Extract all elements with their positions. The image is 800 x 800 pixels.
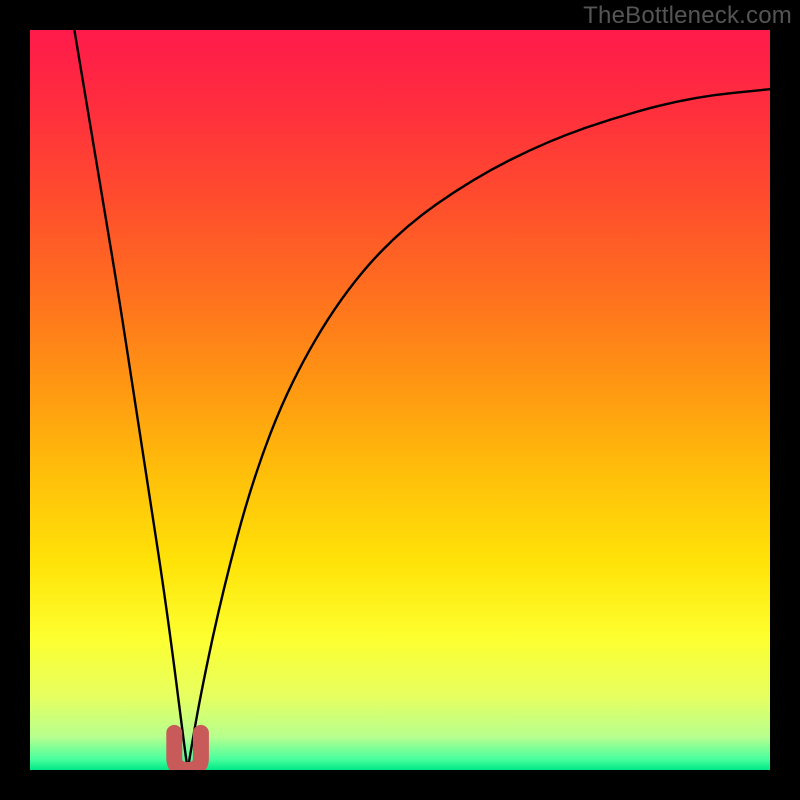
plot-area — [30, 30, 770, 770]
chart-frame: TheBottleneck.com — [0, 0, 800, 800]
bottleneck-curve — [30, 30, 770, 770]
sweet-spot-marker — [174, 733, 201, 770]
watermark-text: TheBottleneck.com — [583, 2, 792, 30]
